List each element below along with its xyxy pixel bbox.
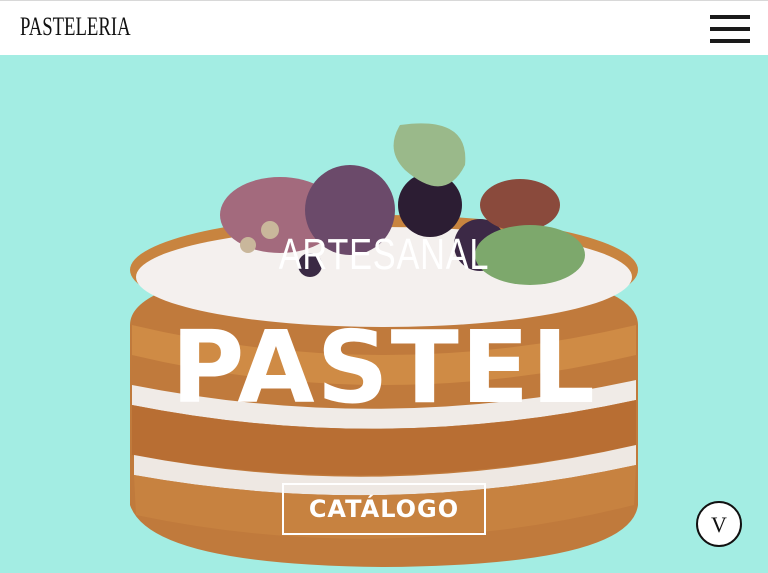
site-logo[interactable]: PASTELERIA bbox=[20, 12, 131, 42]
hero-kicker: ARTESANAL bbox=[278, 230, 490, 279]
site-header: PASTELERIA bbox=[0, 0, 768, 55]
catalog-button[interactable]: CATÁLOGO bbox=[282, 483, 486, 535]
hamburger-icon[interactable] bbox=[710, 15, 750, 43]
hero-section: ARTESANAL PASTEL CATÁLOGO V bbox=[0, 55, 768, 573]
scroll-down-button[interactable]: V bbox=[696, 501, 742, 547]
hero-title: PASTEL bbox=[171, 309, 597, 426]
